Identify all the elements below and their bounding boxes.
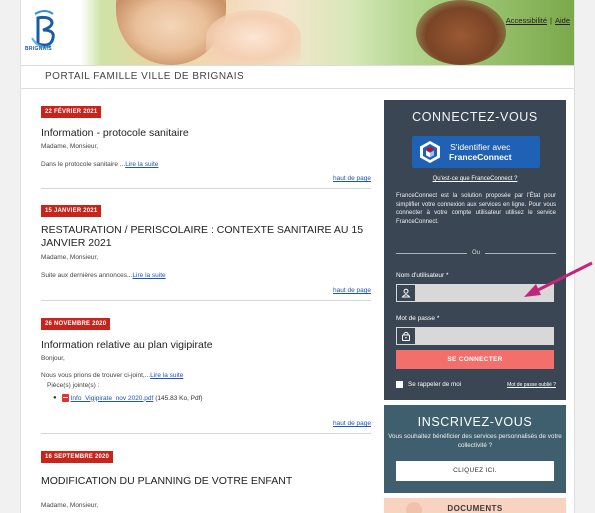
article-excerpt: Nous vous prions de trouver ci-joint,...… (41, 372, 371, 379)
article-divider (41, 433, 371, 434)
attachment-link[interactable]: Info_Vigipirate_nov 2020.pdf (71, 395, 154, 402)
franceconnect-icon (420, 141, 440, 163)
franceconnect-line1: S'identifier avec (450, 142, 511, 152)
or-label: Ou (472, 250, 481, 256)
article-excerpt-text: Nous vous prions de trouver ci-joint,... (41, 372, 151, 379)
accessibility-link[interactable]: Accessibilité (506, 16, 547, 25)
article-excerpt: Suite aux dernières annonces...Lire la s… (41, 272, 371, 279)
forgot-password-link[interactable]: Mot de passe oublié ? (507, 382, 556, 388)
username-label: Nom d'utilisateur * (396, 272, 449, 279)
franceconnect-description: FranceConnect est la solution proposée p… (396, 193, 556, 225)
read-more-link[interactable]: Lire la suite (125, 161, 158, 168)
back-to-top-link[interactable]: haut de page (333, 287, 371, 294)
franceconnect-text: S'identifier avec FranceConnect (449, 142, 512, 162)
password-field (396, 327, 554, 345)
login-panel: CONNECTEZ-VOUS S'identifier avec FranceC… (384, 100, 566, 400)
pdf-icon (61, 394, 69, 402)
remember-checkbox[interactable] (396, 381, 403, 388)
login-title: CONNECTEZ-VOUS (412, 110, 538, 124)
annotation-arrow-icon (524, 261, 593, 297)
attachments-label: Pièce(s) jointe(s) : (47, 382, 100, 389)
news-article: 26 NOVEMBRE 2020 Information relative au… (41, 312, 371, 402)
documents-panel[interactable]: DOCUMENTS (384, 498, 566, 513)
bullet-icon: ● (53, 395, 57, 401)
franceconnect-line2: FranceConnect (449, 152, 512, 162)
article-title: Information - protocole sanitaire (41, 127, 189, 139)
date-badge: 26 NOVEMBRE 2020 (41, 318, 111, 330)
remember-label: Se rappeler de moi (408, 381, 462, 388)
date-badge: 15 JANVIER 2021 (41, 205, 102, 217)
date-badge: 22 FÉVRIER 2021 (41, 106, 102, 118)
user-icon (396, 284, 416, 302)
password-input[interactable] (416, 327, 554, 345)
article-divider (41, 188, 371, 189)
article-excerpt-text: Suite aux dernières annonces... (41, 272, 133, 279)
help-link[interactable]: Aide (555, 16, 570, 25)
top-links: Accessibilité | Aide (506, 16, 570, 25)
login-button[interactable]: SE CONNECTER (396, 350, 554, 369)
attachment-meta: (145.83 Ko, Pdf) (155, 394, 203, 402)
documents-title: DOCUMENTS (447, 504, 503, 513)
attachment-item: ● Info_Vigipirate_nov 2020.pdf (145.83 K… (53, 394, 371, 402)
register-button[interactable]: CLIQUEZ ICI. (396, 461, 554, 481)
article-excerpt: Dans le protocole sanitaire ...Lire la s… (41, 161, 371, 168)
back-to-top-link[interactable]: haut de page (333, 175, 371, 182)
banner-photo-child (416, 0, 506, 65)
article-greeting: Madame, Monsieur, (41, 502, 99, 509)
article-greeting: Madame, Monsieur, (41, 143, 99, 150)
read-more-link[interactable]: Lire la suite (132, 272, 165, 279)
register-description: Vous souhaitez bénéficier des services p… (388, 433, 562, 449)
lock-icon (396, 327, 416, 345)
article-greeting: Madame, Monsieur, (41, 254, 99, 261)
article-title: RESTAURATION / PERISCOLAIRE : CONTEXTE S… (41, 224, 364, 249)
register-title: INSCRIVEZ-VOUS (417, 415, 533, 429)
franceconnect-button[interactable]: S'identifier avec FranceConnect (412, 136, 540, 168)
article-divider (41, 300, 371, 301)
logo-text: BRIGNAIS (25, 46, 52, 52)
news-article: 16 SEPTEMBRE 2020 MODIFICATION DU PLANNI… (41, 445, 371, 509)
remember-me[interactable]: Se rappeler de moi (396, 381, 461, 388)
news-article: 15 JANVIER 2021 RESTAURATION / PERISCOLA… (41, 199, 371, 279)
header-banner: BRIGNAIS Accessibilité | Aide (21, 0, 574, 65)
franceconnect-info-link[interactable]: Qu'est-ce que FranceConnect ? (384, 176, 566, 182)
article-title: MODIFICATION DU PLANNING DE VOTRE ENFANT (41, 475, 293, 487)
or-divider: Ou (396, 250, 556, 256)
portal-title: PORTAIL FAMILLE VILLE DE BRIGNAIS (21, 65, 574, 89)
article-title: Information relative au plan vigipirate (41, 339, 213, 351)
date-badge: 16 SEPTEMBRE 2020 (41, 451, 114, 463)
page: BRIGNAIS Accessibilité | Aide PORTAIL FAMI… (20, 0, 575, 513)
register-panel: INSCRIVEZ-VOUS Vous souhaitez bénéficier… (384, 405, 566, 493)
news-article: 22 FÉVRIER 2021 Information - protocole … (41, 100, 371, 168)
top-links-separator: | (550, 16, 552, 25)
article-excerpt-text: Dans le protocole sanitaire ... (41, 161, 126, 168)
article-greeting: Bonjour, (41, 355, 65, 362)
banner-photo-baby (206, 10, 301, 65)
password-label: Mot de passe * (396, 315, 440, 322)
back-to-top-link[interactable]: haut de page (333, 420, 371, 427)
read-more-link[interactable]: Lire la suite (150, 372, 183, 379)
